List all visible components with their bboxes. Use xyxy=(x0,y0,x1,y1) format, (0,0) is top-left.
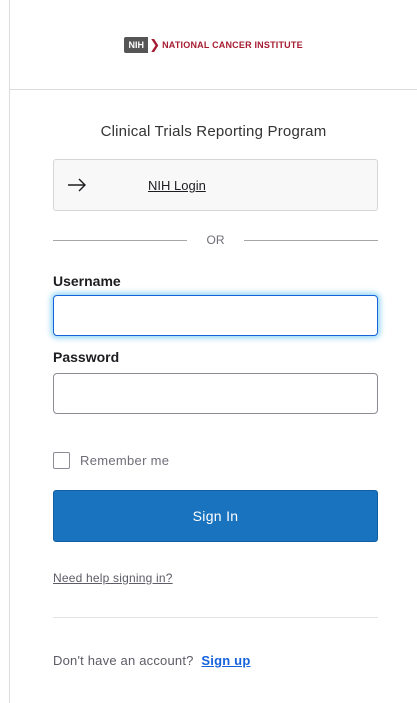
remember-me-checkbox[interactable] xyxy=(53,452,70,469)
page-title: Clinical Trials Reporting Program xyxy=(100,123,327,140)
username-label: Username xyxy=(53,273,121,289)
footer-divider xyxy=(53,617,378,618)
remember-me-label: Remember me xyxy=(80,453,170,468)
signup-prompt: Don't have an account? xyxy=(53,653,194,668)
header: NIH ❯ NATIONAL CANCER INSTITUTE xyxy=(10,0,417,90)
username-input[interactable] xyxy=(53,295,378,336)
password-input[interactable] xyxy=(53,373,378,414)
nih-login-button[interactable]: NIH Login xyxy=(53,159,378,211)
sign-in-button[interactable]: Sign In xyxy=(53,490,378,542)
sign-up-link[interactable]: Sign up xyxy=(201,653,250,668)
logo-nih-badge: NIH xyxy=(124,36,149,53)
signup-row: Don't have an account? Sign up xyxy=(53,653,250,668)
nih-login-label: NIH Login xyxy=(148,178,206,193)
help-signing-in-link[interactable]: Need help signing in? xyxy=(53,571,173,585)
login-card: NIH ❯ NATIONAL CANCER INSTITUTE Clinical… xyxy=(9,0,417,703)
separator-line-right xyxy=(244,240,378,241)
or-separator: OR xyxy=(53,233,378,249)
remember-me-row[interactable]: Remember me xyxy=(53,452,169,469)
password-label: Password xyxy=(53,349,120,365)
logo-chevron-icon: ❯ xyxy=(149,36,161,52)
logo-text: NATIONAL CANCER INSTITUTE xyxy=(162,39,303,50)
arrow-right-icon xyxy=(68,178,86,192)
nci-logo: NIH ❯ NATIONAL CANCER INSTITUTE xyxy=(124,36,303,53)
